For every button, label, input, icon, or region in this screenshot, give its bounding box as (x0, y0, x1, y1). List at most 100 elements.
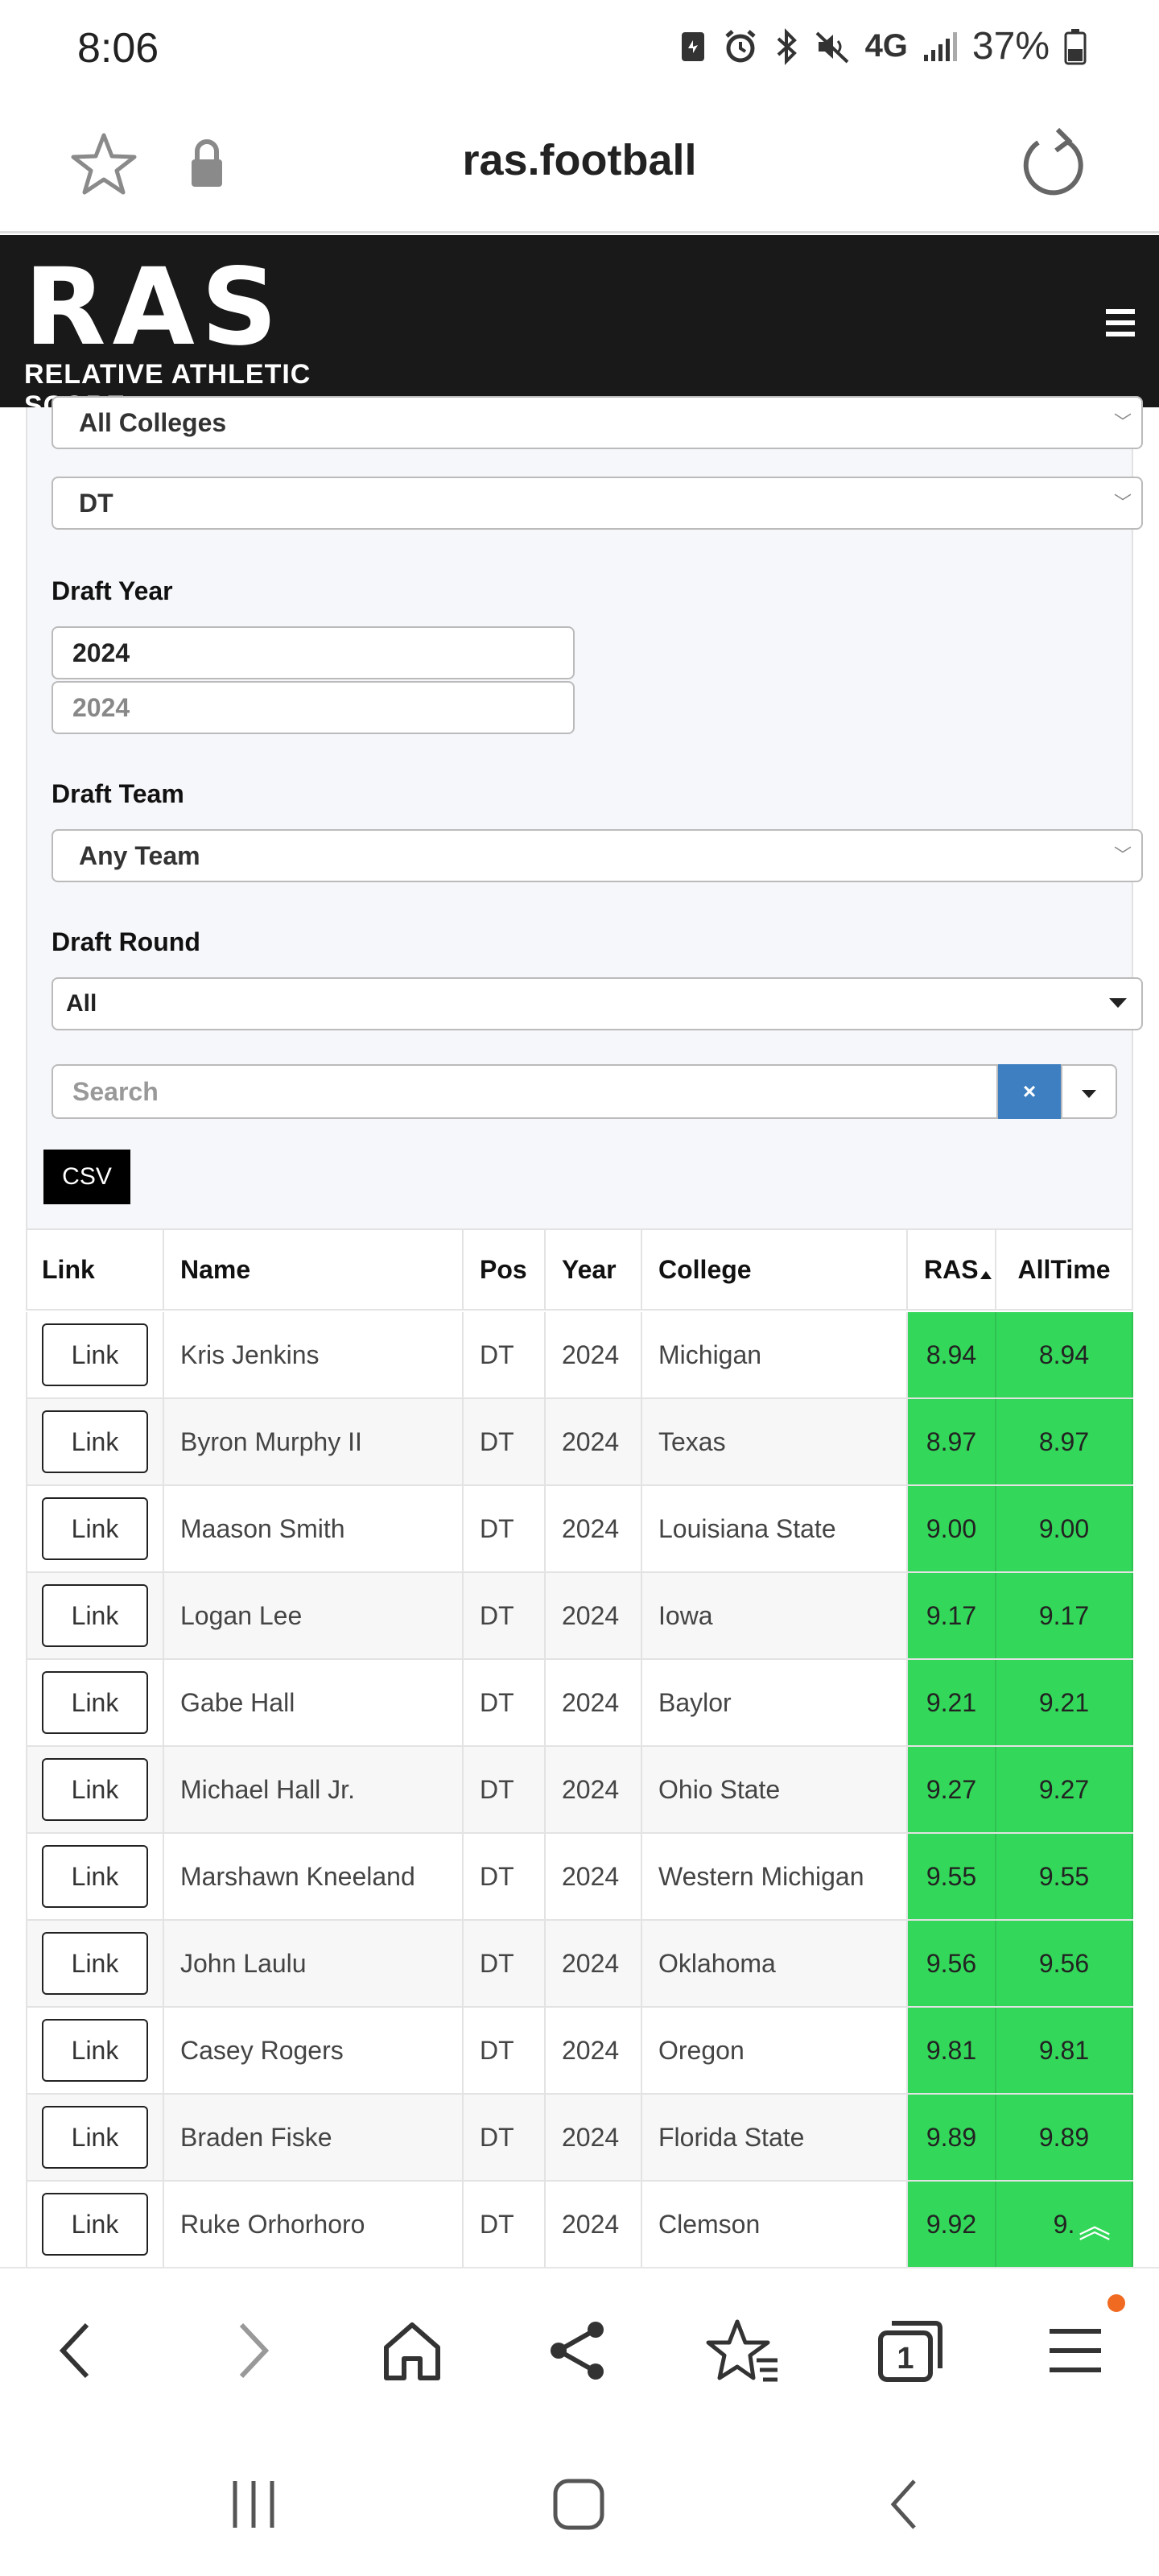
recent-apps-icon[interactable] (225, 2476, 282, 2533)
player-link-button[interactable]: Link (42, 1845, 148, 1908)
link-cell: Link (26, 1834, 164, 1919)
draft-team-select[interactable]: Any Team ﹀ (52, 829, 1143, 882)
table-row: Link Gabe Hall DT 2024 Baylor 9.21 9.21 (26, 1660, 1133, 1747)
back-nav-icon[interactable] (877, 2476, 934, 2533)
status-bar: 8:06 4G 37% (0, 0, 1159, 97)
college-select[interactable]: All Colleges ﹀ (52, 396, 1143, 449)
table-header-row: Link Name Pos Year College RAS AllTime (26, 1228, 1133, 1311)
url-domain[interactable]: ras.football (0, 135, 1159, 185)
alltime-score: 9.81 (996, 2008, 1133, 2093)
draft-year-label: Draft Year (52, 576, 173, 605)
browser-address-bar: ras.football (0, 97, 1159, 233)
forward-icon[interactable] (209, 2310, 290, 2391)
ras-score: 9.21 (908, 1660, 996, 1745)
back-icon[interactable] (39, 2310, 119, 2391)
player-link-button[interactable]: Link (42, 1758, 148, 1821)
battery-percent: 37% (971, 25, 1050, 68)
hamburger-icon[interactable] (1106, 309, 1135, 336)
draft-round-label: Draft Round (52, 927, 200, 956)
player-college: Florida State (642, 2095, 908, 2180)
search-options-dropdown[interactable] (1061, 1064, 1117, 1119)
caret-down-icon (1109, 998, 1127, 1008)
link-cell: Link (26, 1660, 164, 1745)
table-row: Link Casey Rogers DT 2024 Oregon 9.81 9.81 (26, 2008, 1133, 2095)
table-row: Link Logan Lee DT 2024 Iowa 9.17 9.17 (26, 1573, 1133, 1660)
position-select[interactable]: DT ﹀ (52, 477, 1143, 530)
header-name[interactable]: Name (164, 1230, 464, 1309)
ras-score: 9.56 (908, 1921, 996, 2006)
link-cell: Link (26, 1486, 164, 1571)
player-name: Maason Smith (164, 1486, 464, 1571)
college-select-value: All Colleges (79, 408, 227, 437)
player-link-button[interactable]: Link (42, 2106, 148, 2169)
player-year: 2024 (546, 1921, 642, 2006)
player-link-button[interactable]: Link (42, 1323, 148, 1386)
year-from-input[interactable]: 2024 (52, 626, 575, 679)
player-link-button[interactable]: Link (42, 1671, 148, 1734)
chevron-down-icon: ﹀ (1113, 412, 1132, 432)
link-cell: Link (26, 1747, 164, 1832)
home-icon[interactable] (372, 2310, 452, 2391)
player-name: Ruke Orhorhoro (164, 2182, 464, 2267)
ras-score: 8.97 (908, 1399, 996, 1484)
ras-score: 8.94 (908, 1312, 996, 1397)
link-cell: Link (26, 1573, 164, 1658)
ras-logo[interactable]: RAS RELATIVE ATHLETIC SCORE (24, 246, 346, 421)
player-link-button[interactable]: Link (42, 1584, 148, 1647)
player-link-button[interactable]: Link (42, 1932, 148, 1995)
network-type: 4G (864, 28, 908, 64)
player-college: Texas (642, 1399, 908, 1484)
csv-export-button[interactable]: CSV (43, 1150, 130, 1204)
sort-asc-icon (980, 1271, 992, 1279)
player-year: 2024 (546, 1399, 642, 1484)
share-icon[interactable] (538, 2310, 618, 2391)
menu-icon[interactable] (1035, 2310, 1116, 2391)
player-pos: DT (464, 2182, 546, 2267)
year-to-input[interactable]: 2024 (52, 681, 575, 734)
position-select-value: DT (79, 489, 113, 518)
player-name: Michael Hall Jr. (164, 1747, 464, 1832)
table-row: Link Michael Hall Jr. DT 2024 Ohio State 9.27… (26, 1747, 1133, 1834)
player-college: Iowa (642, 1573, 908, 1658)
link-cell: Link (26, 1399, 164, 1484)
table-row: Link Kris Jenkins DT 2024 Michigan 8.94 8.94 (26, 1312, 1133, 1399)
header-college[interactable]: College (642, 1230, 908, 1309)
header-link[interactable]: Link (26, 1230, 164, 1309)
player-pos: DT (464, 1399, 546, 1484)
header-year[interactable]: Year (546, 1230, 642, 1309)
header-pos[interactable]: Pos (464, 1230, 546, 1309)
alltime-score: 9.00 (996, 1486, 1133, 1571)
draft-round-select[interactable]: All (52, 977, 1143, 1030)
table-row: Link Maason Smith DT 2024 Louisiana State 9.0… (26, 1486, 1133, 1573)
search-input[interactable]: Search (52, 1064, 998, 1119)
reload-icon[interactable] (1016, 125, 1088, 205)
player-college: Ohio State (642, 1747, 908, 1832)
tab-count: 1 (897, 2342, 914, 2376)
browser-toolbar: 1 (0, 2267, 1159, 2428)
player-link-button[interactable]: Link (42, 2193, 148, 2256)
tabs-icon[interactable]: 1 (869, 2310, 950, 2391)
ras-score: 9.89 (908, 2095, 996, 2180)
header-ras[interactable]: RAS (908, 1230, 996, 1309)
signal-icon (923, 31, 957, 61)
player-name: Casey Rogers (164, 2008, 464, 2093)
alltime-score: 9.17 (996, 1573, 1133, 1658)
table-row: Link Braden Fiske DT 2024 Florida State 9.89 9… (26, 2095, 1133, 2182)
ras-score: 9.92 (908, 2182, 996, 2267)
header-alltime[interactable]: AllTime (996, 1230, 1133, 1309)
player-college: Michigan (642, 1312, 908, 1397)
logo-text: RAS (24, 246, 284, 369)
player-link-button[interactable]: Link (42, 1410, 148, 1473)
player-college: Oregon (642, 2008, 908, 2093)
home-nav-icon[interactable] (551, 2476, 607, 2533)
player-link-button[interactable]: Link (42, 2019, 148, 2082)
clear-search-button[interactable]: × (998, 1064, 1061, 1119)
player-name: Marshawn Kneeland (164, 1834, 464, 1919)
scroll-top-icon[interactable]: ︽ (1062, 2202, 1127, 2251)
link-cell: Link (26, 2008, 164, 2093)
player-link-button[interactable]: Link (42, 1497, 148, 1560)
bookmarks-icon[interactable] (703, 2310, 784, 2391)
player-year: 2024 (546, 1660, 642, 1745)
battery-icon (1064, 28, 1087, 64)
ras-score: 9.55 (908, 1834, 996, 1919)
